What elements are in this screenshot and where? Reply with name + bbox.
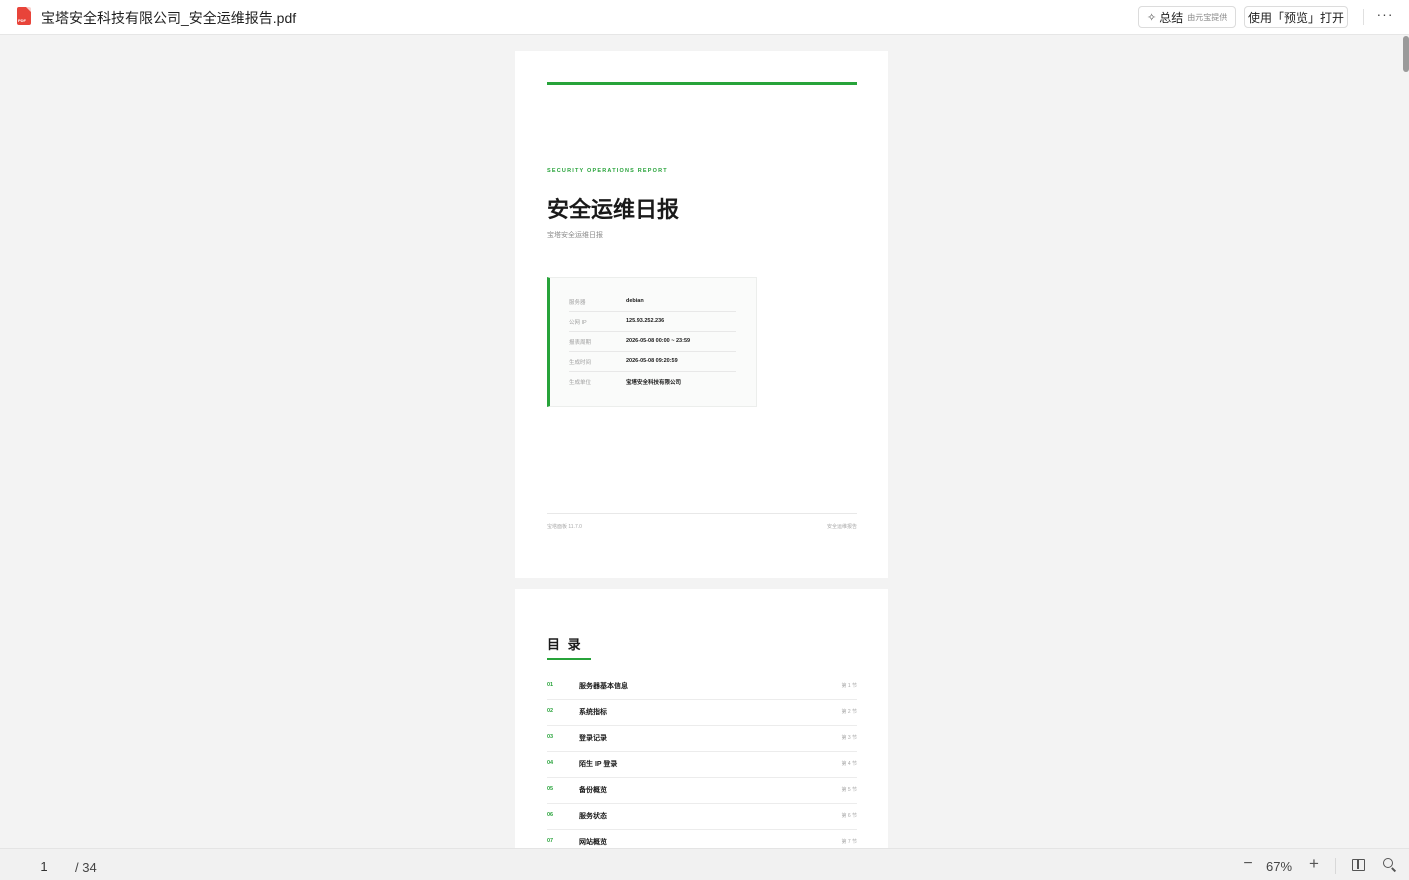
zoom-level[interactable]: 67% (1266, 859, 1292, 874)
toc-number: 02 (547, 708, 554, 714)
search-icon[interactable] (1383, 858, 1397, 872)
pdf-file-icon: PDF (17, 7, 31, 25)
info-value: 125.93.252.236 (626, 318, 665, 324)
toc-entry-page: 第 1 节 (841, 683, 857, 689)
pdf-badge-text: PDF (18, 18, 26, 23)
info-value: 2026-05-08 00:00 ~ 23:59 (626, 338, 691, 344)
toc-row[interactable]: 05 备份概览 第 5 节 (547, 778, 857, 804)
search-icon-handle (1391, 867, 1397, 872)
toc-entry-name: 网站概览 (579, 839, 607, 846)
toc-number: 03 (547, 734, 554, 740)
page-footer-right: 安全运维报告 (826, 524, 857, 530)
toc-number: 06 (547, 812, 554, 818)
zoom-in-icon[interactable]: + (1306, 854, 1322, 874)
toc-entry-page: 第 7 节 (841, 839, 857, 845)
open-with-preview-button[interactable]: 使用「预览」打开 (1244, 6, 1348, 28)
toc-number: 07 (547, 838, 554, 844)
report-subtitle: 宝塔安全运维日报 (547, 232, 603, 239)
document-viewer[interactable]: SECURITY OPERATIONS REPORT 安全运维日报 宝塔安全运维… (0, 36, 1409, 848)
pdf-page-1: SECURITY OPERATIONS REPORT 安全运维日报 宝塔安全运维… (515, 51, 888, 578)
toc-row[interactable]: 03 登录记录 第 3 节 (547, 726, 857, 752)
vertical-scrollbar-thumb[interactable] (1403, 36, 1409, 72)
toc-entry-page: 第 6 节 (841, 813, 857, 819)
page-footer-divider (547, 513, 857, 514)
summary-button[interactable]: ✧ 总结 由元宝提供 (1138, 6, 1236, 28)
sidebar-layout-icon[interactable] (1352, 859, 1365, 871)
summary-provider: 由元宝提供 (1187, 12, 1228, 22)
toc-title: 目 录 (547, 637, 583, 652)
report-title: 安全运维日报 (547, 197, 680, 222)
toc-title-underline (547, 658, 591, 660)
info-row: 报表周期 2026-05-08 00:00 ~ 23:59 (569, 332, 736, 352)
info-value: 宝塔安全科技有限公司 (626, 380, 682, 386)
info-key: 公网 IP (569, 320, 587, 326)
toc-number: 04 (547, 760, 554, 766)
info-key: 服务器 (569, 300, 586, 306)
toc-entry-name: 服务状态 (579, 813, 607, 820)
info-row: 公网 IP 125.93.252.236 (569, 312, 736, 332)
info-key: 报表周期 (569, 340, 592, 346)
toc-entry-name: 服务器基本信息 (579, 683, 628, 690)
toc-row[interactable]: 02 系统指标 第 2 节 (547, 700, 857, 726)
file-title: 宝塔安全科技有限公司_安全运维报告.pdf (41, 10, 297, 26)
info-row: 生成时间 2026-05-08 09:20:59 (569, 352, 736, 372)
toc-entry-name: 系统指标 (579, 709, 607, 716)
info-value: 2026-05-08 09:20:59 (626, 358, 678, 364)
toc-number: 01 (547, 682, 554, 688)
more-options-icon[interactable]: ··· (1376, 6, 1394, 26)
pdf-page-2: 目 录 01 服务器基本信息 第 1 节 02 系统指标 第 2 节 03 登录… (515, 589, 888, 848)
info-row: 生成单位 宝塔安全科技有限公司 (569, 372, 736, 392)
toc-row[interactable]: 04 陌生 IP 登录 第 4 节 (547, 752, 857, 778)
sparkle-icon: ✧ (1147, 11, 1157, 24)
info-key: 生成时间 (569, 360, 592, 366)
page-footer-left: 宝塔面板 11.7.0 (547, 524, 582, 530)
bottom-toolbar-divider (1335, 858, 1336, 874)
toc-number: 05 (547, 786, 554, 792)
toc-entry-name: 陌生 IP 登录 (579, 761, 618, 768)
current-page-input[interactable] (30, 858, 58, 874)
bottom-toolbar: / 34 − 67% + (0, 848, 1409, 880)
server-info-card: 服务器 debian 公网 IP 125.93.252.236 报表周期 202… (547, 277, 757, 407)
info-value: debian (626, 298, 644, 304)
toc-entry-page: 第 2 节 (841, 709, 857, 715)
toc-row[interactable]: 01 服务器基本信息 第 1 节 (547, 674, 857, 700)
toc-entry-page: 第 3 节 (841, 735, 857, 741)
toc-entry-name: 登录记录 (579, 735, 607, 742)
toolbar-divider (1363, 9, 1364, 25)
toc-row[interactable]: 07 网站概览 第 7 节 (547, 830, 857, 848)
report-eyebrow: SECURITY OPERATIONS REPORT (547, 168, 668, 174)
total-pages: / 34 (75, 860, 97, 875)
toc-row[interactable]: 06 服务状态 第 6 节 (547, 804, 857, 830)
cover-accent-bar (547, 82, 857, 85)
toc-entry-page: 第 5 节 (841, 787, 857, 793)
title-bar: PDF 宝塔安全科技有限公司_安全运维报告.pdf ✧ 总结 由元宝提供 使用「… (0, 0, 1409, 35)
zoom-out-icon[interactable]: − (1240, 855, 1256, 875)
info-key: 生成单位 (569, 380, 592, 386)
info-row: 服务器 debian (569, 292, 736, 312)
toc-entry-name: 备份概览 (579, 787, 607, 794)
summary-label: 总结 (1159, 10, 1184, 25)
toc-entry-page: 第 4 节 (841, 761, 857, 767)
